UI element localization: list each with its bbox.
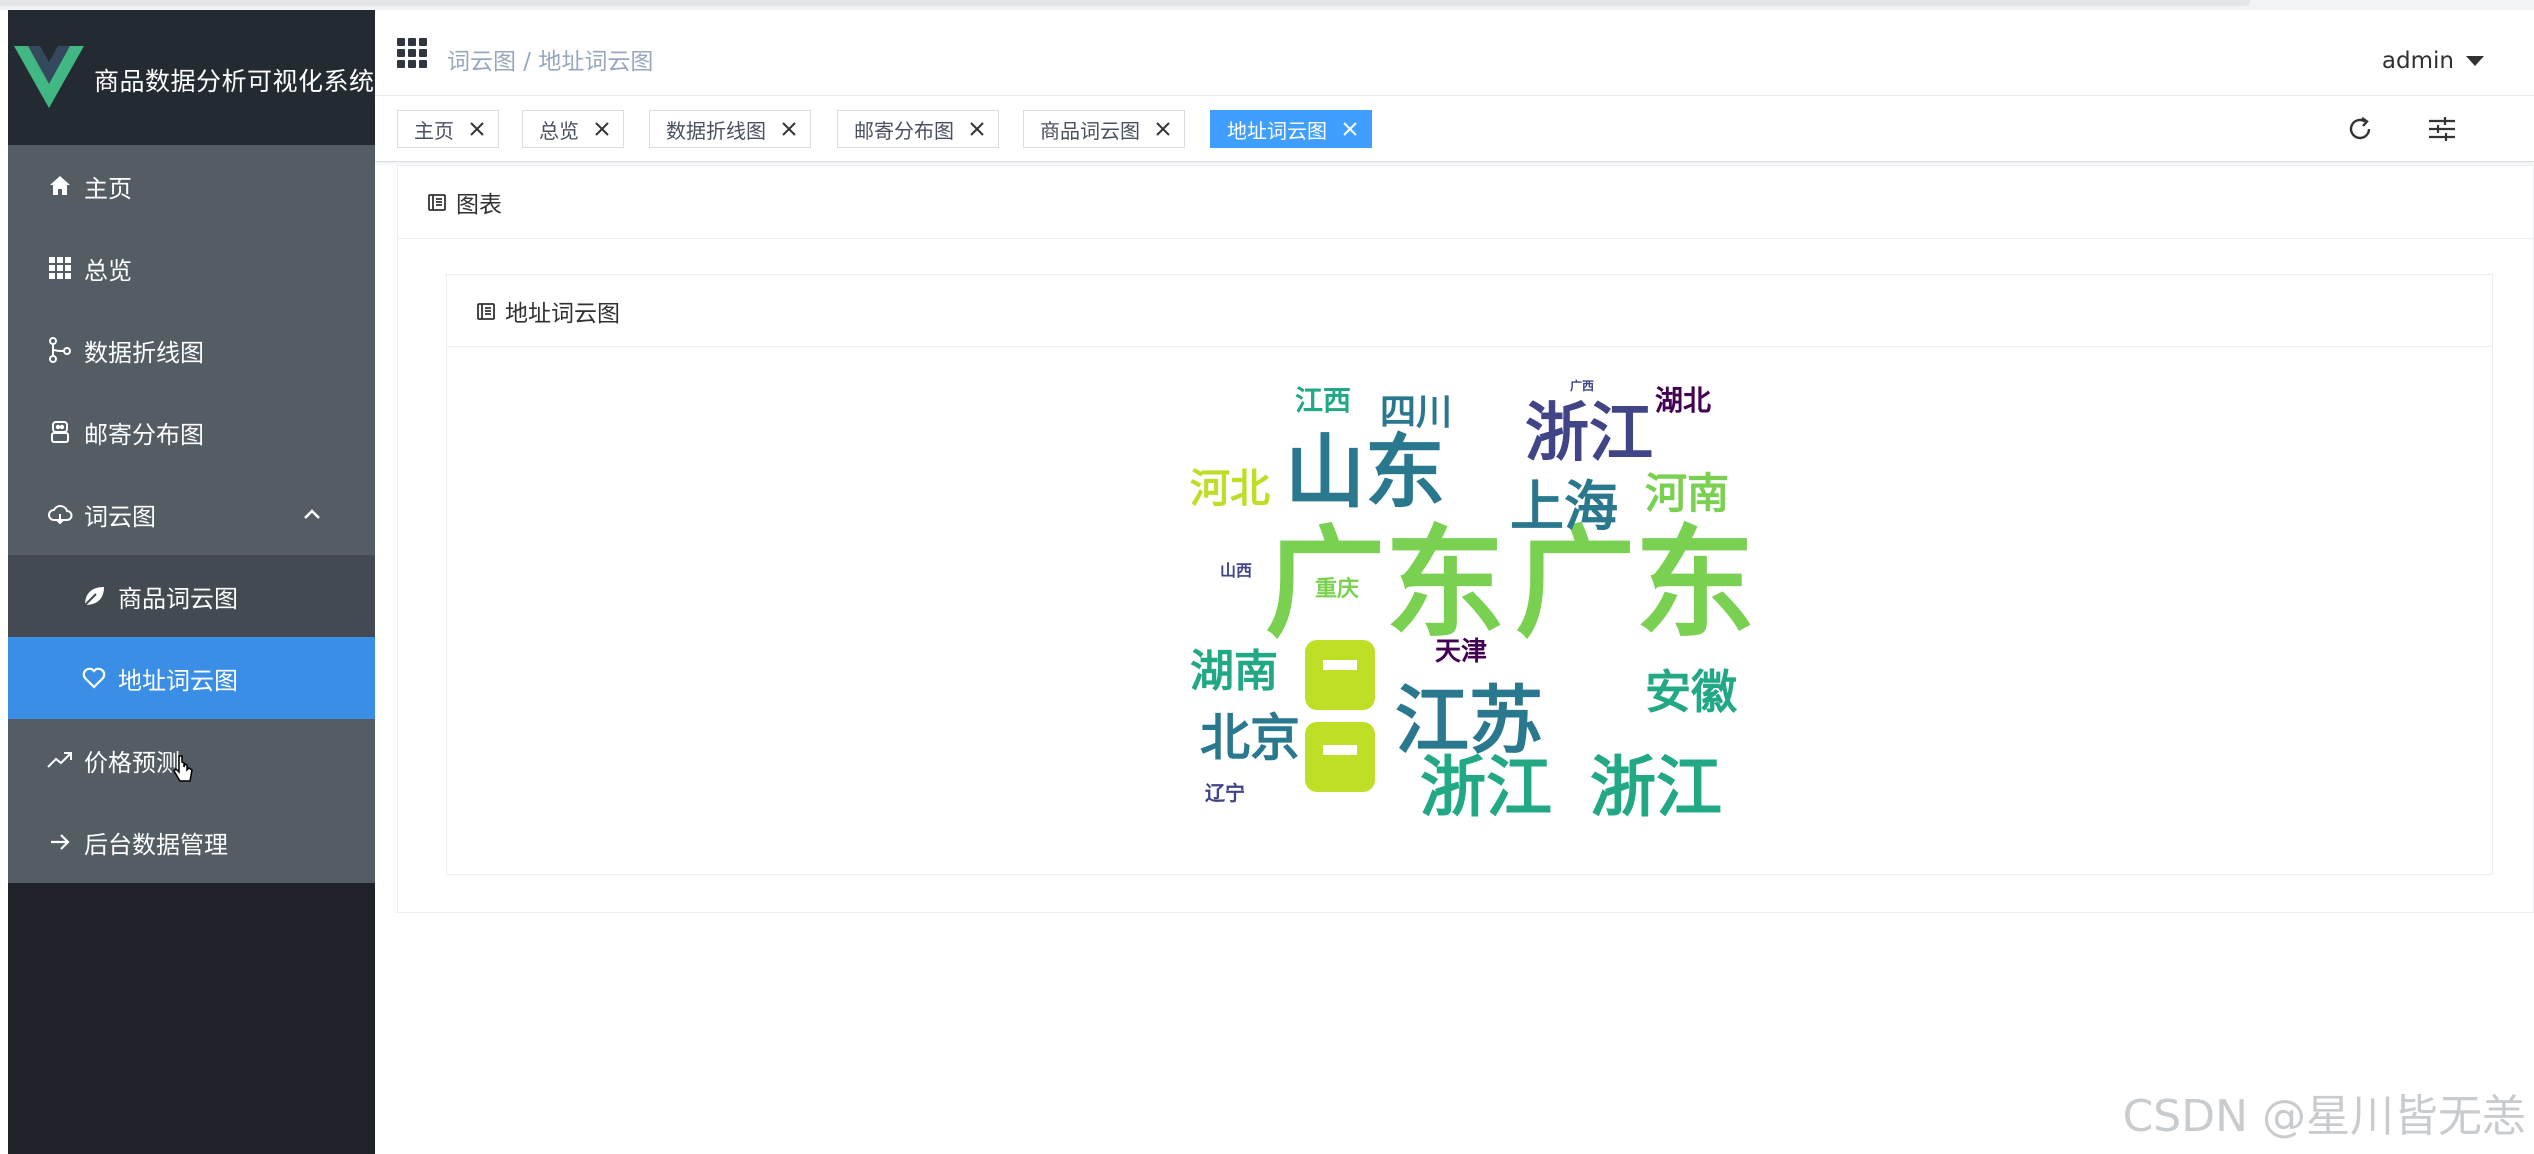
arrow-right-icon: [46, 828, 74, 856]
word: 广东: [1265, 515, 1505, 654]
caret-down-icon: [2466, 56, 2484, 66]
close-icon[interactable]: [780, 120, 798, 138]
sidebar-item-label: 价格预测: [84, 748, 180, 777]
tag-label: 地址词云图: [1227, 118, 1327, 143]
apps-grid-icon[interactable]: [397, 38, 427, 68]
sidebar-item-label: 词云图: [84, 502, 156, 531]
username: admin: [2381, 48, 2454, 74]
tag-label: 邮寄分布图: [854, 118, 954, 143]
sidebar-item-product-wordcloud[interactable]: 商品词云图: [8, 555, 375, 637]
word: 湖北: [1655, 384, 1711, 417]
word: 天津: [1435, 637, 1487, 667]
wordcloud-card-header: 地址词云图: [447, 275, 2492, 347]
close-icon[interactable]: [1341, 120, 1359, 138]
sidebar-item-label: 商品词云图: [118, 584, 238, 613]
book-icon: [428, 194, 446, 211]
tag-label: 商品词云图: [1040, 118, 1140, 143]
word: 河南: [1645, 469, 1729, 518]
tag-label: 总览: [539, 118, 579, 143]
word: 湖南: [1190, 646, 1278, 697]
cloud-icon: [46, 500, 74, 528]
chevron-up-icon: [304, 509, 320, 519]
word: 江苏: [1395, 678, 1543, 764]
word: 广西: [1570, 378, 1594, 393]
sidebar-item-wordcloud[interactable]: 词云图: [8, 473, 375, 555]
settings-sliders-icon[interactable]: [2427, 114, 2457, 144]
app-title: 商品数据分析可视化系统: [94, 67, 375, 96]
breadcrumb[interactable]: 词云图 / 地址词云图: [447, 42, 653, 76]
sidebar-item-label: 主页: [84, 174, 132, 203]
word: 辽宁: [1205, 781, 1245, 805]
browser-top-strip: [0, 0, 2534, 10]
chart-card-header: 图表: [398, 166, 2533, 239]
tag-home[interactable]: 主页: [397, 110, 499, 148]
tag-overview[interactable]: 总览: [522, 110, 624, 148]
word: 山西: [1220, 561, 1252, 580]
sidebar-item-label: 邮寄分布图: [84, 420, 204, 449]
home-icon: [46, 172, 74, 200]
sidebar-item-line-chart[interactable]: 数据折线图: [8, 309, 375, 391]
word: 安徽: [1645, 665, 1738, 719]
watermark: CSDN @星川皆无恙: [2122, 1091, 2526, 1142]
address-wordcloud: 广东 广东 山东 浙江 浙江 浙江 江苏 上海 河南 河北 湖南 北京 安徽 四…: [1190, 378, 1755, 820]
user-dropdown[interactable]: admin: [2382, 48, 2484, 74]
sidebar-item-admin-data[interactable]: 后台数据管理: [8, 801, 375, 883]
tag-mail-distribution[interactable]: 邮寄分布图: [837, 110, 999, 148]
word: 上海: [1510, 475, 1618, 538]
book-icon: [477, 302, 495, 320]
sidebar-item-mail-distribution[interactable]: 邮寄分布图: [8, 391, 375, 473]
chart-card-title: 图表: [456, 192, 502, 218]
tag-line-chart[interactable]: 数据折线图: [649, 110, 811, 148]
sidebar-item-label: 后台数据管理: [84, 830, 228, 859]
trend-icon: [46, 746, 74, 774]
tag-address-wordcloud[interactable]: 地址词云图: [1210, 110, 1372, 148]
wordcloud-vertical-blob: [1305, 640, 1375, 792]
branch-icon: [46, 336, 74, 364]
close-icon[interactable]: [593, 120, 611, 138]
word: 四川: [1380, 392, 1452, 433]
word: 浙江: [1525, 397, 1653, 471]
heart-icon: [80, 664, 108, 692]
robot-icon: [46, 418, 74, 446]
sidebar-item-label: 数据折线图: [84, 338, 204, 367]
sidebar-item-address-wordcloud[interactable]: 地址词云图: [8, 637, 375, 719]
close-icon[interactable]: [468, 120, 486, 138]
tags-view-bar: 主页 总览 数据折线图 邮寄分布图 商品词云图 地址词云图: [375, 96, 2534, 162]
sidebar: 商品数据分析可视化系统 主页 总览 数据折线图 邮寄分布图 词云图 商品词云图 …: [8, 10, 375, 1154]
sidebar-item-label: 地址词云图: [118, 666, 238, 695]
wordcloud-card-title: 地址词云图: [505, 300, 620, 327]
leaf-icon: [80, 582, 108, 610]
sidebar-item-home[interactable]: 主页: [8, 145, 375, 227]
refresh-icon[interactable]: [2345, 114, 2375, 144]
grid-icon: [46, 254, 74, 282]
sidebar-item-label: 总览: [84, 256, 132, 285]
tag-label: 数据折线图: [666, 118, 766, 143]
word: 重庆: [1315, 576, 1359, 602]
word: 河北: [1190, 466, 1270, 512]
vue-logo-icon: [14, 46, 84, 108]
word: 北京: [1200, 709, 1300, 767]
word: 江西: [1295, 384, 1351, 417]
mouse-pointer-icon: [173, 755, 193, 782]
logo-bar: 商品数据分析可视化系统: [8, 10, 375, 145]
word: 山东: [1285, 426, 1445, 519]
word: 浙江: [1590, 749, 1722, 820]
close-icon[interactable]: [1154, 120, 1172, 138]
sidebar-item-overview[interactable]: 总览: [8, 227, 375, 309]
close-icon[interactable]: [968, 120, 986, 138]
tag-product-wordcloud[interactable]: 商品词云图: [1023, 110, 1185, 148]
tag-label: 主页: [414, 118, 454, 143]
top-header: 词云图 / 地址词云图 admin: [375, 10, 2534, 96]
